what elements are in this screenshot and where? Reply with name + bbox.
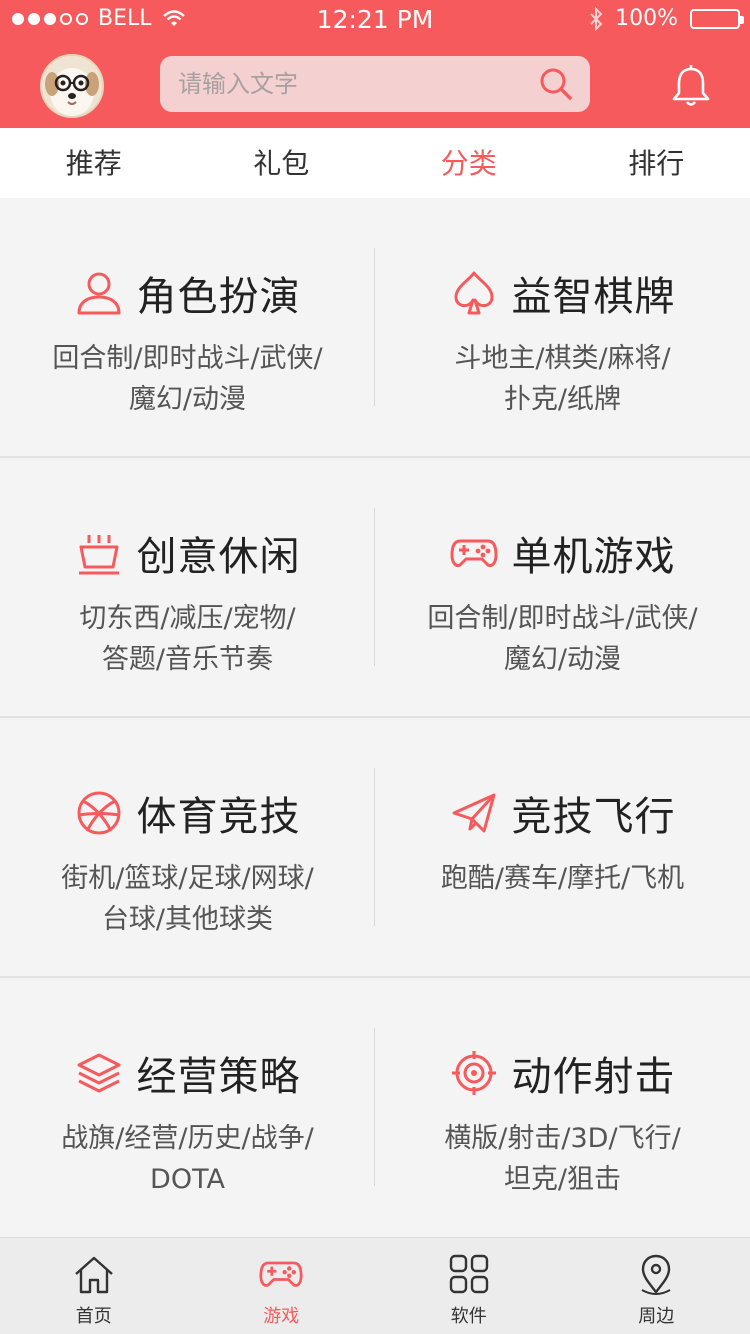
category-desc: 切东西/减压/宠物/ 答题/音乐节奏 — [20, 598, 355, 680]
bell-icon[interactable] — [670, 64, 712, 108]
search-input[interactable] — [178, 56, 518, 112]
category-desc: 回合制/即时战斗/武侠/ 魔幻/动漫 — [395, 598, 730, 680]
category-role-playing[interactable]: 角色扮演 回合制/即时战斗/武侠/ 魔幻/动漫 — [0, 198, 375, 456]
nav-games[interactable]: 游戏 — [188, 1238, 376, 1334]
category-desc: 战旗/经营/历史/战争/ DOTA — [20, 1118, 355, 1200]
ball-icon — [77, 791, 120, 835]
category-desc: 街机/篮球/足球/网球/ 台球/其他球类 — [20, 858, 355, 940]
category-row: 创意休闲 切东西/减压/宠物/ 答题/音乐节奏 单机游戏 回合制/即时战斗/武侠… — [0, 458, 750, 718]
bluetooth-icon — [590, 6, 603, 31]
category-title: 角色扮演 — [0, 264, 375, 322]
category-name: 体育竞技 — [136, 794, 301, 840]
category-desc: 斗地主/棋类/麻将/ 扑克/纸牌 — [395, 338, 730, 420]
nav-label: 软件 — [450, 1306, 487, 1327]
tab-ranking[interactable]: 排行 — [563, 128, 750, 198]
spade-icon — [454, 271, 493, 315]
category-desc-line: 答题/音乐节奏 — [101, 644, 274, 675]
category-name: 竞技飞行 — [511, 794, 676, 840]
home-icon — [74, 1256, 113, 1294]
category-name: 角色扮演 — [136, 274, 301, 320]
category-desc-line: 台球/其他球类 — [101, 904, 274, 935]
location-pin-icon — [641, 1254, 671, 1295]
user-icon — [77, 272, 120, 315]
category-desc: 回合制/即时战斗/武侠/ 魔幻/动漫 — [20, 338, 355, 420]
category-title: 体育竞技 — [0, 784, 375, 842]
layers-icon — [77, 1053, 120, 1093]
nav-label: 周边 — [638, 1306, 675, 1327]
avatar[interactable] — [40, 54, 104, 118]
apps-grid-icon — [449, 1254, 488, 1294]
category-name: 创意休闲 — [136, 534, 301, 580]
crosshair-icon — [451, 1051, 496, 1095]
nav-label: 首页 — [75, 1306, 112, 1327]
category-puzzle-cards[interactable]: 益智棋牌 斗地主/棋类/麻将/ 扑克/纸牌 — [375, 198, 750, 456]
category-desc-line: 街机/篮球/足球/网球/ — [61, 863, 314, 894]
category-title: 经营策略 — [0, 1044, 375, 1102]
category-desc-line: DOTA — [150, 1164, 225, 1195]
category-name: 动作射击 — [511, 1054, 676, 1100]
battery-percent: 100% — [615, 6, 678, 31]
gamepad-icon — [450, 539, 497, 567]
category-title: 动作射击 — [375, 1044, 750, 1102]
category-desc-line: 魔幻/动漫 — [128, 384, 247, 415]
category-title: 创意休闲 — [0, 524, 375, 582]
status-bar: BELL 12:21 PM 100% — [0, 0, 750, 40]
search-bar[interactable] — [160, 56, 590, 112]
category-grid: 角色扮演 回合制/即时战斗/武侠/ 魔幻/动漫 益智棋牌 斗地主/棋类/麻将/ … — [0, 198, 750, 1238]
status-right: 100% — [589, 6, 744, 31]
tab-category[interactable]: 分类 — [375, 128, 563, 198]
category-title: 竞技飞行 — [375, 784, 750, 842]
category-casual[interactable]: 创意休闲 切东西/减压/宠物/ 答题/音乐节奏 — [0, 458, 375, 716]
category-desc-line: 跑酷/赛车/摩托/飞机 — [440, 863, 685, 894]
paper-plane-icon — [452, 793, 495, 833]
category-row: 角色扮演 回合制/即时战斗/武侠/ 魔幻/动漫 益智棋牌 斗地主/棋类/麻将/ … — [0, 198, 750, 458]
category-name: 单机游戏 — [511, 534, 676, 580]
tab-recommend[interactable]: 推荐 — [0, 128, 188, 198]
tab-gift[interactable]: 礼包 — [188, 128, 376, 198]
bottom-nav: 首页 游戏 软件 周边 — [0, 1237, 750, 1334]
category-action-shooter[interactable]: 动作射击 横版/射击/3D/飞行/ 坦克/狙击 — [375, 978, 750, 1236]
category-desc-line: 回合制/即时战斗/武侠/ — [427, 603, 698, 634]
category-name: 益智棋牌 — [511, 274, 676, 320]
category-row: 经营策略 战旗/经营/历史/战争/ DOTA 动作射击 横版/射击/3D/飞行/… — [0, 978, 750, 1238]
nav-nearby[interactable]: 周边 — [563, 1238, 750, 1334]
nav-home[interactable]: 首页 — [0, 1238, 188, 1334]
nav-software[interactable]: 软件 — [375, 1238, 563, 1334]
category-desc-line: 坦克/狙击 — [503, 1164, 622, 1195]
category-title: 益智棋牌 — [375, 264, 750, 322]
category-desc-line: 扑克/纸牌 — [503, 384, 622, 415]
app-header: BELL 12:21 PM 100% — [0, 0, 750, 128]
nav-label: 游戏 — [263, 1306, 300, 1327]
category-row: 体育竞技 街机/篮球/足球/网球/ 台球/其他球类 竞技飞行 跑酷/赛车/摩托/… — [0, 718, 750, 978]
category-desc-line: 斗地主/棋类/麻将/ — [454, 343, 671, 374]
search-icon[interactable] — [538, 66, 574, 102]
dog-avatar-image — [42, 56, 102, 116]
category-desc-line: 切东西/减压/宠物/ — [79, 603, 296, 634]
battery-icon — [690, 8, 744, 29]
category-desc-line: 横版/射击/3D/飞行/ — [444, 1123, 681, 1154]
category-tabs: 推荐 礼包 分类 排行 — [0, 128, 750, 198]
category-desc-line: 魔幻/动漫 — [503, 644, 622, 675]
category-desc-line: 战旗/经营/历史/战争/ — [61, 1123, 314, 1154]
category-desc-line: 回合制/即时战斗/武侠/ — [52, 343, 323, 374]
category-racing-flight[interactable]: 竞技飞行 跑酷/赛车/摩托/飞机 — [375, 718, 750, 976]
category-desc: 横版/射击/3D/飞行/ 坦克/狙击 — [395, 1118, 730, 1200]
category-single-player[interactable]: 单机游戏 回合制/即时战斗/武侠/ 魔幻/动漫 — [375, 458, 750, 716]
category-name: 经营策略 — [136, 1054, 301, 1100]
category-title: 单机游戏 — [375, 524, 750, 582]
category-sports[interactable]: 体育竞技 街机/篮球/足球/网球/ 台球/其他球类 — [0, 718, 375, 976]
category-desc: 跑酷/赛车/摩托/飞机 — [395, 858, 730, 899]
category-strategy[interactable]: 经营策略 战旗/经营/历史/战争/ DOTA — [0, 978, 375, 1236]
basket-icon — [78, 535, 119, 575]
gamepad-icon — [259, 1261, 303, 1287]
